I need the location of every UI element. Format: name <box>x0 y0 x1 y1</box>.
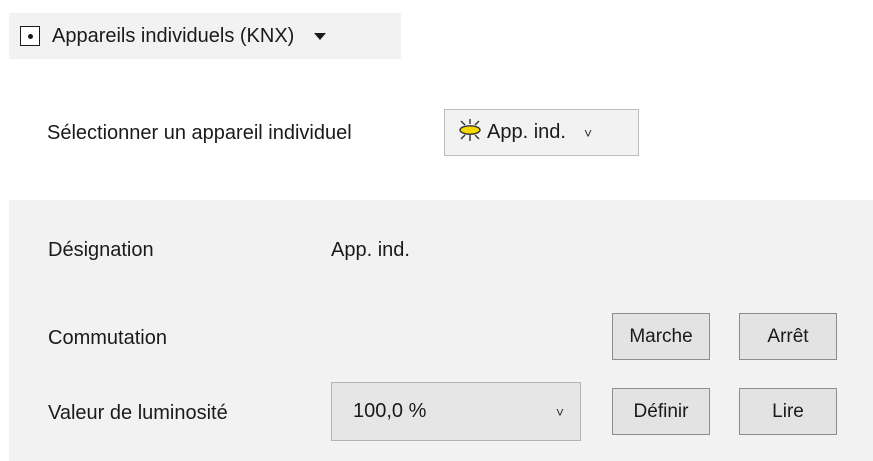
designation-value: App. ind. <box>331 239 410 261</box>
device-select-value: App. ind. <box>487 121 566 143</box>
chevron-down-icon: ˅ <box>583 124 593 141</box>
brightness-label: Valeur de luminosité <box>48 402 228 424</box>
lamp-icon <box>457 119 483 146</box>
brightness-value: 100,0 % <box>353 400 427 422</box>
device-select-dropdown[interactable]: App. ind. ˅ <box>444 109 639 156</box>
mode-selector[interactable]: Appareils individuels (KNX) <box>9 13 401 59</box>
device-select-label: Sélectionner un appareil individuel <box>47 122 352 144</box>
dropdown-triangle-icon <box>314 32 327 40</box>
brightness-select[interactable]: 100,0 % ˅ <box>331 382 581 441</box>
off-button[interactable]: Arrêt <box>739 313 837 360</box>
on-button[interactable]: Marche <box>612 313 710 360</box>
radio-dot-icon <box>20 26 40 46</box>
chevron-down-icon: ˅ <box>555 403 564 420</box>
read-button[interactable]: Lire <box>739 388 837 435</box>
designation-label: Désignation <box>48 239 154 261</box>
set-button[interactable]: Définir <box>612 388 710 435</box>
commutation-label: Commutation <box>48 327 167 349</box>
mode-selector-label: Appareils individuels (KNX) <box>52 24 295 47</box>
